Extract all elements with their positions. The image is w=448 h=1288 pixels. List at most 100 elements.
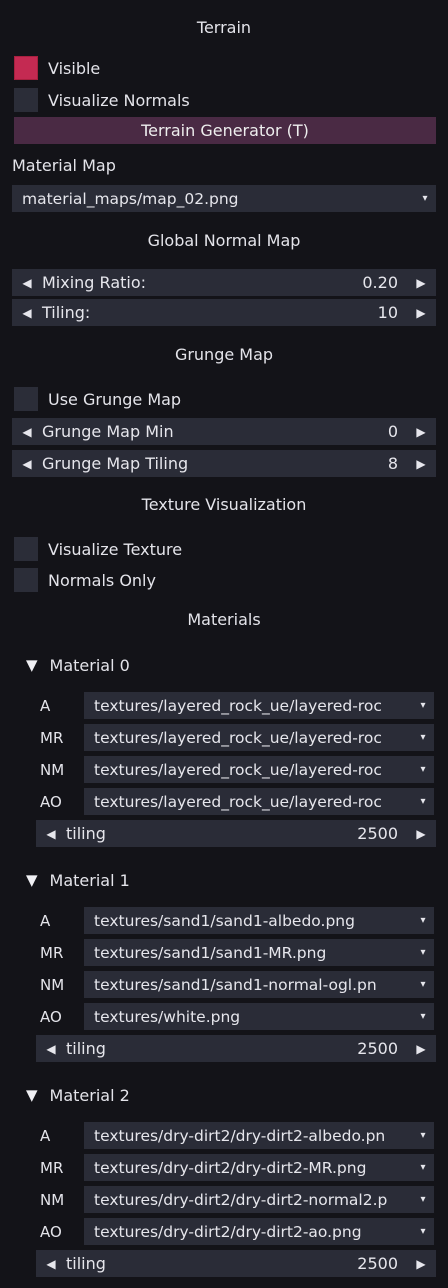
tiling-value: 2500 xyxy=(357,1254,398,1273)
terrain-panel: Terrain Visible Visualize Normals Terrai… xyxy=(0,0,448,1288)
grunge-map-min-slider[interactable]: ◀ Grunge Map Min 0 ▶ xyxy=(12,418,436,445)
texture-path: textures/layered_rock_ue/layered-roc xyxy=(94,792,382,811)
texture-visualization-title: Texture Visualization xyxy=(141,495,307,514)
dropdown-arrow-icon: ▾ xyxy=(420,1194,426,1205)
visualize-normals-row[interactable]: Visualize Normals xyxy=(14,87,190,113)
global-normal-map-title: Global Normal Map xyxy=(147,231,301,250)
increment-arrow-icon[interactable]: ▶ xyxy=(406,827,436,841)
tiling-label: tiling xyxy=(66,1254,106,1273)
material-map-value: material_maps/map_02.png xyxy=(22,189,239,208)
slot-label-mr: MR xyxy=(40,944,64,962)
material-1-tiling-slider[interactable]: ◀ tiling 2500 ▶ xyxy=(36,1035,436,1062)
material-0-tiling-slider[interactable]: ◀ tiling 2500 ▶ xyxy=(36,820,436,847)
dropdown-arrow-icon: ▾ xyxy=(420,796,426,807)
material-name: Material 1 xyxy=(49,870,130,890)
tiling-value: 2500 xyxy=(357,824,398,843)
tiling-slider[interactable]: ◀ Tiling: 10 ▶ xyxy=(12,299,436,326)
visualize-texture-row[interactable]: Visualize Texture xyxy=(14,536,182,562)
slot-label-nm: NM xyxy=(40,976,65,994)
grunge-map-tiling-value: 8 xyxy=(387,454,398,473)
visible-checkbox[interactable] xyxy=(14,56,38,80)
material-2-header[interactable]: ▼ Material 2 xyxy=(26,1083,130,1107)
decrement-arrow-icon[interactable]: ◀ xyxy=(12,276,42,290)
slot-label-mr: MR xyxy=(40,1159,64,1177)
mixing-ratio-slider[interactable]: ◀ Mixing Ratio: 0.20 ▶ xyxy=(12,269,436,296)
material-map-label: Material Map xyxy=(12,156,116,175)
dropdown-arrow-icon: ▾ xyxy=(420,947,426,958)
decrement-arrow-icon[interactable]: ◀ xyxy=(12,457,42,471)
decrement-arrow-icon[interactable]: ◀ xyxy=(12,425,42,439)
visualize-normals-checkbox[interactable] xyxy=(14,88,38,112)
texture-path: textures/layered_rock_ue/layered-roc xyxy=(94,760,382,779)
mixing-ratio-value: 0.20 xyxy=(362,273,398,292)
use-grunge-map-checkbox[interactable] xyxy=(14,387,38,411)
increment-arrow-icon[interactable]: ▶ xyxy=(406,457,436,471)
grunge-map-title: Grunge Map xyxy=(174,345,274,364)
increment-arrow-icon[interactable]: ▶ xyxy=(406,276,436,290)
tiling-label: tiling xyxy=(66,824,106,843)
texture-dropdown-ao[interactable]: textures/white.png ▾ xyxy=(84,1003,434,1030)
texture-dropdown-mr[interactable]: textures/sand1/sand1-MR.png ▾ xyxy=(84,939,434,966)
dropdown-arrow-icon: ▾ xyxy=(420,1226,426,1237)
slot-label-nm: NM xyxy=(40,761,65,779)
increment-arrow-icon[interactable]: ▶ xyxy=(406,1257,436,1271)
increment-arrow-icon[interactable]: ▶ xyxy=(406,425,436,439)
use-grunge-map-label: Use Grunge Map xyxy=(48,389,182,409)
texture-dropdown-nm[interactable]: textures/dry-dirt2/dry-dirt2-normal2.p ▾ xyxy=(84,1186,434,1213)
texture-dropdown-ao[interactable]: textures/layered_rock_ue/layered-roc ▾ xyxy=(84,788,434,815)
texture-path: textures/dry-dirt2/dry-dirt2-MR.png xyxy=(94,1158,367,1177)
texture-dropdown-ao[interactable]: textures/dry-dirt2/dry-dirt2-ao.png ▾ xyxy=(84,1218,434,1245)
texture-path: textures/layered_rock_ue/layered-roc xyxy=(94,728,382,747)
texture-path: textures/sand1/sand1-normal-ogl.pn xyxy=(94,975,377,994)
dropdown-arrow-icon: ▾ xyxy=(420,1011,426,1022)
decrement-arrow-icon[interactable]: ◀ xyxy=(12,306,42,320)
tiling-value: 10 xyxy=(377,303,398,322)
texture-dropdown-nm[interactable]: textures/layered_rock_ue/layered-roc ▾ xyxy=(84,756,434,783)
material-0-header[interactable]: ▼ Material 0 xyxy=(26,653,130,677)
decrement-arrow-icon[interactable]: ◀ xyxy=(36,1257,66,1271)
texture-path: textures/sand1/sand1-MR.png xyxy=(94,943,327,962)
tiling-label: Tiling: xyxy=(42,303,91,322)
use-grunge-map-row[interactable]: Use Grunge Map xyxy=(14,386,181,412)
texture-path: textures/layered_rock_ue/layered-roc xyxy=(94,696,382,715)
normals-only-row[interactable]: Normals Only xyxy=(14,567,156,593)
grunge-map-tiling-slider[interactable]: ◀ Grunge Map Tiling 8 ▶ xyxy=(12,450,436,477)
material-1-header[interactable]: ▼ Material 1 xyxy=(26,868,130,892)
visualize-texture-checkbox[interactable] xyxy=(14,537,38,561)
material-map-dropdown[interactable]: material_maps/map_02.png ▾ xyxy=(12,185,436,212)
material-2-tiling-slider[interactable]: ◀ tiling 2500 ▶ xyxy=(36,1250,436,1277)
terrain-generator-button[interactable]: Terrain Generator (T) xyxy=(14,117,436,144)
texture-dropdown-mr[interactable]: textures/layered_rock_ue/layered-roc ▾ xyxy=(84,724,434,751)
material-name: Material 0 xyxy=(49,655,130,675)
grunge-map-min-value: 0 xyxy=(387,422,398,441)
dropdown-arrow-icon: ▾ xyxy=(420,764,426,775)
increment-arrow-icon[interactable]: ▶ xyxy=(406,306,436,320)
slot-label-a: A xyxy=(40,1127,51,1145)
texture-path: textures/sand1/sand1-albedo.png xyxy=(94,911,355,930)
normals-only-label: Normals Only xyxy=(48,570,156,590)
collapse-triangle-icon: ▼ xyxy=(26,871,38,889)
texture-path: textures/dry-dirt2/dry-dirt2-ao.png xyxy=(94,1222,362,1241)
texture-dropdown-a[interactable]: textures/layered_rock_ue/layered-roc ▾ xyxy=(84,692,434,719)
grunge-map-tiling-label: Grunge Map Tiling xyxy=(42,454,189,473)
decrement-arrow-icon[interactable]: ◀ xyxy=(36,1042,66,1056)
slot-label-ao: AO xyxy=(40,793,62,811)
increment-arrow-icon[interactable]: ▶ xyxy=(406,1042,436,1056)
collapse-triangle-icon: ▼ xyxy=(26,656,38,674)
visible-label: Visible xyxy=(48,58,101,78)
slot-label-mr: MR xyxy=(40,729,64,747)
panel-title: Terrain xyxy=(196,18,252,37)
visible-checkbox-row[interactable]: Visible xyxy=(14,55,100,81)
texture-dropdown-a[interactable]: textures/dry-dirt2/dry-dirt2-albedo.pn ▾ xyxy=(84,1122,434,1149)
dropdown-arrow-icon: ▾ xyxy=(420,915,426,926)
mixing-ratio-label: Mixing Ratio: xyxy=(42,273,147,292)
decrement-arrow-icon[interactable]: ◀ xyxy=(36,827,66,841)
texture-path: textures/dry-dirt2/dry-dirt2-albedo.pn xyxy=(94,1126,386,1145)
dropdown-arrow-icon: ▾ xyxy=(420,700,426,711)
visualize-normals-label: Visualize Normals xyxy=(48,90,190,110)
texture-dropdown-mr[interactable]: textures/dry-dirt2/dry-dirt2-MR.png ▾ xyxy=(84,1154,434,1181)
normals-only-checkbox[interactable] xyxy=(14,568,38,592)
dropdown-arrow-icon: ▾ xyxy=(420,979,426,990)
texture-dropdown-nm[interactable]: textures/sand1/sand1-normal-ogl.pn ▾ xyxy=(84,971,434,998)
texture-dropdown-a[interactable]: textures/sand1/sand1-albedo.png ▾ xyxy=(84,907,434,934)
